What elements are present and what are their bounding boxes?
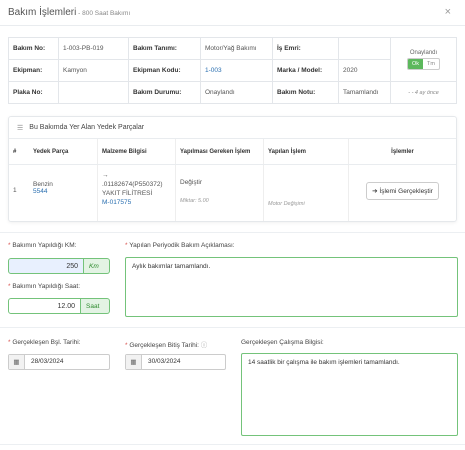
spare-parts-title: ☰ Bu Bakımda Yer Alan Yedek Parçalar — [9, 117, 456, 139]
calendar-icon: ▦ — [9, 355, 25, 369]
plaka-label: Plaka No: — [8, 81, 59, 104]
plaka-value — [58, 81, 129, 104]
col-part: Yedek Parça — [33, 148, 69, 155]
arrow-right-icon: ➔ — [372, 188, 378, 195]
bsl-date-value: 28/03/2024 — [31, 358, 64, 365]
quantity: Miktar: 5.00 — [180, 198, 209, 204]
aciklama-label-text: Yapılan Periyodik Bakım Açıklaması: — [129, 242, 235, 249]
aciklama-textarea[interactable]: Aylık bakımlar tamamlandı. — [125, 257, 458, 317]
required-mark: * — [8, 242, 11, 249]
bitis-date-value: 30/03/2024 — [148, 358, 181, 365]
ekipman-value: Kamyon — [58, 59, 129, 82]
required-mark: * — [125, 342, 128, 349]
toggle-ok[interactable]: Ok — [408, 58, 424, 69]
bakim-durumu-value: Onaylandı — [200, 81, 273, 104]
parts-table-header: # Yedek Parça Malzeme Bilgisi Yapılması … — [9, 139, 456, 165]
saat-label-text: Bakımın Yapıldığı Saat: — [12, 283, 81, 290]
bitis-label-text: Gerçekleşen Bitiş Tarihi: — [129, 342, 199, 349]
bakim-tanimi-value: Motor/Yağ Bakımı — [200, 37, 273, 60]
toggle-tm[interactable]: Tm — [423, 59, 439, 69]
is-emri-value — [338, 37, 391, 60]
bsl-label: * Gerçekleşen Bşl. Tarihi: — [8, 339, 81, 346]
approval-toggle[interactable]: Ok Tm — [407, 57, 440, 70]
marka-label: Marka / Model: — [272, 59, 339, 82]
maintenance-info-table: Bakım No: 1-003-PB-019 Bakım Tanımı: Mot… — [8, 37, 457, 104]
modal-header: Bakım İşlemleri - 800 Saat Bakımı × — [0, 0, 465, 26]
done-action: Motor Değişimi — [268, 201, 305, 207]
time-ago: - - 4 ay önce — [390, 81, 457, 104]
table-row: 1 Benzin 5544 → .01182674(P550372) YAKIT… — [9, 165, 456, 221]
bsl-date-input[interactable]: ▦ 28/03/2024 — [8, 354, 110, 370]
calisma-label: Gerçekleşen Çalışma Bilgisi: — [241, 339, 324, 346]
calisma-textarea[interactable]: 14 saatlik bir çalışma ile bakım işlemle… — [241, 353, 458, 436]
col-actions: İşlemler — [348, 139, 456, 164]
close-icon[interactable]: × — [445, 6, 451, 18]
list-icon: ☰ — [17, 124, 24, 132]
is-emri-label: İş Emri: — [272, 37, 339, 60]
col-required: Yapılması Gereken İşlem — [175, 139, 263, 164]
bitis-date-input[interactable]: ▦ 30/03/2024 — [125, 354, 226, 370]
required-mark: * — [8, 283, 11, 290]
material-code: .01182674(P550372) — [102, 181, 163, 188]
bsl-label-text: Gerçekleşen Bşl. Tarihi: — [12, 339, 81, 346]
bakim-no-value: 1-003-PB-019 — [58, 37, 129, 60]
bitis-label: * Gerçekleşen Bitiş Tarihi: ⓘ — [125, 339, 207, 349]
ekipman-kodu-label: Ekipman Kodu: — [128, 59, 201, 82]
perform-action-button[interactable]: ➔ İşlemi Gerçekleştir — [366, 182, 439, 200]
col-no: # — [13, 148, 17, 155]
saat-unit: Saat — [81, 298, 110, 314]
row-part: Benzin 5544 — [29, 165, 97, 221]
modal-subtitle: 800 Saat Bakımı — [82, 10, 131, 17]
perform-action-label: İşlemi Gerçekleştir — [379, 188, 433, 195]
required-mark: * — [125, 242, 128, 249]
divider — [0, 232, 465, 233]
material-ref-link[interactable]: M-017575 — [102, 198, 171, 207]
part-code-link[interactable]: 5544 — [33, 188, 93, 195]
km-unit: Km — [84, 258, 110, 274]
row-required: Değiştir Miktar: 5.00 — [175, 165, 263, 221]
approval-status: Onaylandı — [409, 49, 438, 56]
row-done: Motor Değişimi — [263, 165, 348, 221]
ekipman-label: Ekipman: — [8, 59, 59, 82]
info-icon: ⓘ — [200, 342, 208, 349]
required-mark: * — [8, 339, 11, 346]
saat-label: * Bakımın Yapıldığı Saat: — [8, 283, 80, 290]
km-input[interactable]: 250 — [8, 258, 84, 274]
col-material: Malzeme Bilgisi — [97, 139, 175, 164]
col-done: Yapılan İşlem — [263, 139, 348, 164]
part-name: Benzin — [33, 181, 53, 188]
bakim-notu-label: Bakım Notu: — [272, 81, 339, 104]
material-name: YAKIT FİLİTRESİ — [102, 190, 153, 197]
divider — [0, 327, 465, 328]
calendar-icon: ▦ — [126, 355, 142, 369]
required-action: Değiştir — [180, 179, 203, 186]
bakim-no-label: Bakım No: — [8, 37, 59, 60]
km-label: * Bakımın Yapıldığı KM: — [8, 242, 76, 249]
aciklama-label: * Yapılan Periyodik Bakım Açıklaması: — [125, 242, 235, 249]
saat-input-group: 12.00 Saat — [8, 298, 110, 314]
divider — [0, 444, 465, 445]
arrow-icon: → — [102, 172, 109, 179]
marka-value: 2020 — [338, 59, 391, 82]
row-material: → .01182674(P550372) YAKIT FİLİTRESİ M-0… — [97, 165, 175, 221]
spare-parts-panel: ☰ Bu Bakımda Yer Alan Yedek Parçalar # Y… — [8, 116, 457, 222]
saat-input[interactable]: 12.00 — [8, 298, 81, 314]
row-no: 1 — [13, 187, 17, 194]
modal-title: Bakım İşlemleri - 800 Saat Bakımı — [8, 7, 130, 18]
bakim-tanimi-label: Bakım Tanımı: — [128, 37, 201, 60]
bakim-notu-value: Tamamlandı — [338, 81, 391, 104]
km-label-text: Bakımın Yapıldığı KM: — [12, 242, 77, 249]
spare-parts-title-text: Bu Bakımda Yer Alan Yedek Parçalar — [29, 124, 145, 131]
ekipman-kodu-link[interactable]: 1-003 — [200, 59, 273, 82]
km-input-group: 250 Km — [8, 258, 110, 274]
title-text: Bakım İşlemleri — [8, 7, 77, 18]
bakim-durumu-label: Bakım Durumu: — [128, 81, 201, 104]
row-actions: ➔ İşlemi Gerçekleştir — [348, 165, 456, 221]
approval-cell: Onaylandı Ok Tm — [390, 37, 457, 82]
